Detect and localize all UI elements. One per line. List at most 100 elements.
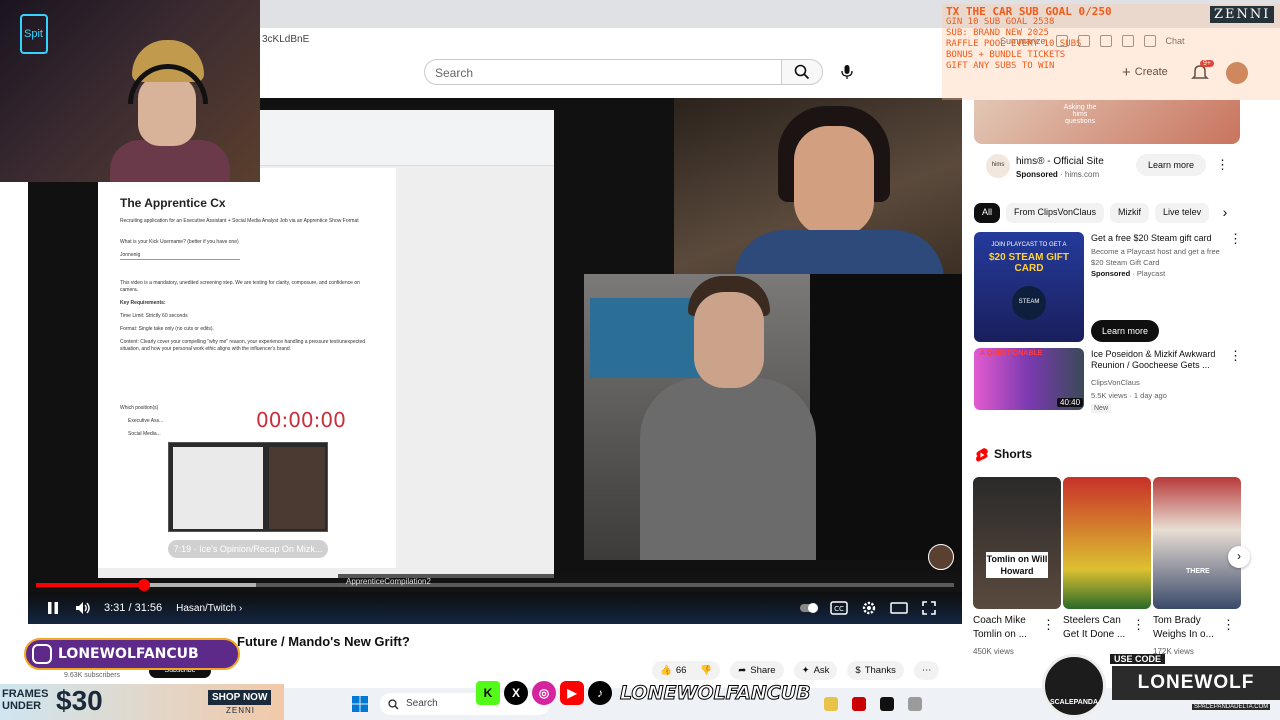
ad-more-options-icon[interactable]: ⋮ (1216, 158, 1229, 174)
thumbs-up-icon: 👍 (660, 664, 672, 676)
like-count: 66 (675, 664, 687, 676)
frames-sponsor-ad: FRAMES UNDER $30 SHOP NOW ZENNI (0, 684, 284, 720)
doc-subtitle: Recruiting application for an Executive … (120, 218, 359, 224)
short-title[interactable]: Coach Mike Tomlin on ... (973, 614, 1049, 642)
search-input[interactable]: Search (424, 59, 782, 85)
recommended-video-meta: 5.5K views · 1 day ago (1091, 391, 1167, 400)
short-caption: THERE (1186, 568, 1210, 575)
like-button[interactable]: 👍 66 👎 (652, 660, 721, 680)
captions-icon: CC (830, 601, 848, 615)
short-more-options-icon[interactable]: ⋮ (1042, 618, 1055, 634)
doc-req-content: Content: Clearly cover your compelling "… (120, 339, 366, 352)
chip-mizkif[interactable]: Mizkif (1110, 203, 1150, 223)
thumbs-down-icon[interactable]: 👎 (700, 665, 712, 676)
doc-req-time: Time Limit: Strictly 60 seconds (120, 313, 188, 319)
steam-ad-title[interactable]: Get a free $20 Steam gift card (1091, 233, 1221, 244)
short-more-options-icon[interactable]: ⋮ (1222, 618, 1235, 634)
app-icon[interactable] (908, 697, 922, 711)
shorts-next-arrow-icon[interactable]: › (1228, 546, 1250, 568)
short-title[interactable]: Steelers Can Get It Done ... (1063, 614, 1139, 642)
sub-goal-line: SUB: BRAND NEW 2025 (946, 28, 1049, 38)
sparkle-icon: ✦ (801, 664, 810, 676)
windows-start-icon[interactable] (352, 696, 368, 712)
pause-button[interactable] (42, 598, 64, 618)
social-handles-overlay: K X ◎ ▶ ♪ LONEWOLFANCUB (476, 678, 816, 708)
progress-bar[interactable] (36, 579, 954, 591)
ellipsis-icon: ⋯ (921, 664, 932, 676)
short-title[interactable]: Tom Brady Weighs In o... (1153, 614, 1229, 642)
scrub-preview-thumbnail (168, 442, 328, 532)
doc-req-title: Key Requirements: (120, 300, 166, 306)
doc-intro: This video is a mandatory, unedited scre… (120, 280, 360, 293)
search-button[interactable] (781, 59, 823, 85)
new-badge: New (1091, 404, 1112, 413)
chip-live-tv[interactable]: Live telev (1155, 203, 1210, 223)
fullscreen-button[interactable] (918, 598, 940, 618)
player-controls: 3:31 / 31:56 Hasan/Twitch › CC (28, 592, 962, 624)
channel-watermark[interactable] (928, 544, 954, 570)
short-caption: Tomlin on Will Howard (986, 552, 1048, 578)
thumbnail-text: A QUESTIONABLE (980, 350, 1043, 357)
netflix-app-icon[interactable] (880, 697, 894, 711)
file-explorer-icon[interactable] (824, 697, 838, 711)
short-thumbnail[interactable] (973, 477, 1061, 609)
scrubber-handle[interactable] (138, 579, 151, 591)
short-more-options-icon[interactable]: ⋮ (1132, 618, 1145, 634)
short-thumbnail[interactable] (1063, 477, 1151, 609)
doc-title: The Apprentice Cx (120, 196, 226, 210)
chip-from-channel[interactable]: From ClipsVonClaus (1006, 203, 1105, 223)
ad-domain: hims.com (1064, 170, 1100, 179)
volume-button[interactable] (72, 598, 94, 618)
steam-ad-thumbnail[interactable]: JOIN PLAYCAST TO GET A $20 STEAM GIFT CA… (974, 232, 1084, 342)
steam-ad-top-text: JOIN PLAYCAST TO GET A (991, 242, 1067, 248)
promo-code-url: SPACEPANDADELTA.COM (1192, 704, 1271, 710)
autoplay-toggle[interactable] (798, 598, 820, 618)
kick-icon: K (476, 681, 500, 705)
settings-button[interactable] (858, 598, 880, 618)
voice-search-button[interactable] (833, 59, 861, 85)
theater-mode-button[interactable] (888, 598, 910, 618)
steam-learn-more-button[interactable]: Learn more (1091, 320, 1159, 342)
share-label: Share (750, 664, 776, 676)
frames-price: $30 (56, 685, 103, 716)
instagram-handle-banner: LONEWOLFANCUB (24, 638, 240, 670)
video-more-options-icon[interactable]: ⋮ (1229, 349, 1242, 365)
frames-shop-now: SHOP NOW (208, 690, 272, 705)
steam-logo-icon: STEAM (1012, 286, 1046, 320)
scrub-preview-chapter: 7:19 · Ice's Opinion/Recap On Mizk... (168, 540, 328, 558)
short-thumbnail[interactable] (1153, 477, 1241, 609)
chip-all[interactable]: All (974, 203, 1001, 223)
more-actions-button[interactable]: ⋯ (913, 660, 940, 680)
streamer-webcam: Spit (0, 0, 260, 182)
promo-code-overlay: SCALEPANDA USE CODE LONEWOLF SPACEPANDAD… (1042, 650, 1280, 720)
chevron-right-icon: › (238, 602, 243, 614)
steam-ad-sponsored-line: Sponsored · Playcast (1091, 269, 1166, 278)
chips-next-arrow-icon[interactable]: › (1216, 204, 1234, 222)
youtube-icon: ▶ (560, 681, 584, 705)
address-bar[interactable]: 3cKLdBnE (258, 30, 948, 50)
channel-subscriber-count: 9.63K subscribers (64, 672, 121, 679)
chapter-button[interactable]: Hasan/Twitch › (176, 603, 242, 614)
youtube-app-icon[interactable] (852, 697, 866, 711)
ad-title[interactable]: hims® - Official Site (1016, 156, 1104, 167)
captions-button[interactable]: CC (828, 598, 850, 618)
thanks-button[interactable]: $ Thanks (847, 660, 904, 680)
ad-sponsored-line: Sponsored · hims.com (1016, 170, 1100, 179)
ad-advertiser-logo: hims (986, 154, 1010, 178)
share-button[interactable]: ➦ Share (730, 660, 784, 680)
ad-banner-image[interactable] (974, 100, 1240, 144)
theater-icon (890, 602, 908, 614)
autoplay-icon (800, 603, 818, 613)
ask-button[interactable]: ✦ Ask (793, 660, 838, 680)
video-title: Future / Mando's New Grift? (237, 634, 410, 649)
frames-brand: ZENNI (226, 706, 255, 715)
recommended-video-title[interactable]: Ice Poseidon & Mizkif Awkward Reunion / … (1091, 349, 1226, 371)
promo-code-value: LONEWOLF (1112, 666, 1280, 700)
recommended-video-channel[interactable]: ClipsVonClaus (1091, 378, 1140, 387)
social-handle: LONEWOLFANCUB (620, 682, 812, 705)
ad-learn-more-button[interactable]: Learn more (1136, 154, 1206, 176)
steam-ad-main-text: $20 STEAM GIFT CARD (988, 252, 1069, 274)
steam-ad-more-options-icon[interactable]: ⋮ (1229, 232, 1242, 248)
ad-banner-text: Asking the hims questions (1063, 104, 1097, 125)
video-duration-badge: 40:40 (1057, 398, 1084, 407)
